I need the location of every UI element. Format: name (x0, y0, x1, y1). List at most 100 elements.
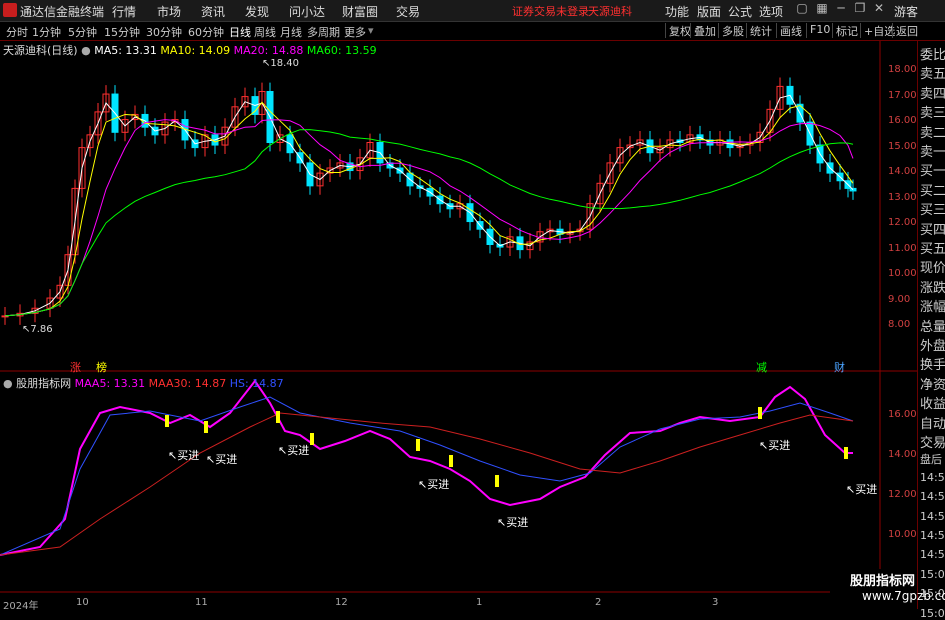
menu-gongneng[interactable]: 功能 (665, 3, 689, 20)
side-item[interactable]: 涨幅 (920, 296, 945, 315)
ma20-name: MA20 (233, 44, 265, 57)
x-label-year: 2024年 (3, 601, 39, 612)
period-30min[interactable]: 30分钟 (146, 24, 182, 40)
side-item[interactable]: 卖二 (920, 122, 945, 141)
menu-banmian[interactable]: 版面 (697, 3, 721, 20)
side-item[interactable]: 换手 (920, 354, 945, 373)
maa5-name: MAA5 (74, 377, 107, 390)
login-status[interactable]: 证券交易未登录 (512, 3, 589, 19)
period-fenshi[interactable]: 分时 (6, 24, 28, 40)
side-item[interactable]: 买二 (920, 180, 945, 199)
side-item[interactable]: 卖四 (920, 83, 945, 102)
side-item[interactable]: 卖三 (920, 102, 945, 121)
side-item[interactable]: 总量 (920, 316, 945, 335)
side-item[interactable]: 收益 (920, 393, 945, 412)
ma5-name: MA5 (94, 44, 119, 57)
side-item[interactable]: 买四 (920, 219, 945, 238)
y-tick-17: 17.00 (888, 90, 917, 101)
side-item[interactable]: 涨跌 (920, 277, 945, 296)
period-daily[interactable]: 日线 (229, 24, 251, 40)
y-tick-14: 14.00 (888, 166, 917, 177)
buy-signal: ↖买进 (278, 444, 310, 457)
period-60min[interactable]: 60分钟 (188, 24, 224, 40)
menu-xuanxiang[interactable]: 选项 (759, 3, 783, 20)
side-item[interactable]: 15:00 (920, 568, 945, 581)
side-item[interactable]: 买一 (920, 160, 945, 179)
side-item[interactable]: 买三 (920, 199, 945, 218)
marker-zhang[interactable]: 涨 (70, 359, 81, 375)
side-item[interactable]: 委比 (920, 44, 945, 63)
side-item[interactable]: 14:56 (920, 490, 945, 503)
btn-duogu[interactable]: 多股 (718, 23, 744, 38)
menu-shichang[interactable]: 市场 (157, 3, 181, 20)
side-item[interactable]: 卖五 (920, 63, 945, 82)
ma5-value: 13.31 (125, 44, 157, 57)
x-label-10: 10 (76, 597, 89, 608)
period-weekly[interactable]: 周线 (254, 24, 276, 40)
signal-bar (276, 411, 280, 423)
menu-gongshi[interactable]: 公式 (728, 3, 752, 20)
y-tick-11: 11.00 (888, 243, 917, 254)
menu-zixun[interactable]: 资讯 (201, 3, 225, 20)
side-item[interactable]: 自动 (920, 413, 945, 432)
indicator-toggle-icon[interactable]: ● (3, 377, 13, 390)
period-5min[interactable]: 5分钟 (68, 24, 97, 40)
period-toolbar: 分时 1分钟 5分钟 15分钟 30分钟 60分钟 日线 周线 月线 多周期 更… (0, 22, 945, 41)
menu-faxian[interactable]: 发现 (245, 3, 269, 20)
menu-caifuquan[interactable]: 财富圈 (342, 3, 378, 20)
period-multi[interactable]: 多周期 (307, 24, 340, 40)
signal-bar (449, 455, 453, 467)
side-item[interactable]: 14:57 (920, 548, 945, 561)
more-chevron-icon[interactable]: ▾ (368, 24, 374, 37)
buy-signal: ↖买进 (497, 516, 529, 529)
menu-hangqing[interactable]: 行情 (112, 3, 136, 20)
app-name: 通达信金融终端 (20, 5, 105, 19)
watermark-url: www.7gpzb.com (862, 589, 945, 603)
menu-wenxiaoda[interactable]: 问小达 (289, 3, 325, 20)
side-item[interactable]: 14:56 (920, 510, 945, 523)
btn-huaxian[interactable]: 画线 (776, 23, 802, 38)
kline-chart[interactable] (0, 41, 917, 609)
minimize-icon[interactable]: ─ (834, 1, 848, 17)
toggle-icon[interactable]: ● (81, 44, 91, 57)
side-item[interactable]: 买五 (920, 238, 945, 257)
skin-icon[interactable]: ▢ (795, 1, 809, 17)
y-tick-16: 16.00 (888, 115, 917, 126)
user-label[interactable]: 游客 (894, 3, 918, 20)
menu-jiaoyi[interactable]: 交易 (396, 3, 420, 20)
maa30-value: 14.87 (194, 377, 227, 390)
side-item[interactable]: 盘后 (920, 451, 945, 467)
side-item[interactable]: 卖一 (920, 141, 945, 160)
side-item[interactable]: 现价 (920, 257, 945, 276)
btn-biaoji[interactable]: 标记 (832, 23, 858, 38)
btn-fuquan[interactable]: 复权 (665, 23, 691, 38)
ma60-value: 13.59 (345, 44, 377, 57)
period-more[interactable]: 更多 (344, 24, 366, 40)
period-monthly[interactable]: 月线 (280, 24, 302, 40)
marker-cai[interactable]: 财 (834, 359, 845, 375)
btn-fanhui[interactable]: 返回 (892, 23, 918, 38)
marker-jian[interactable]: 减 (756, 359, 767, 375)
ma60-name: MA60 (306, 44, 338, 57)
close-icon[interactable]: ✕ (872, 1, 886, 17)
high-annotation: ↖18.40 (262, 58, 300, 69)
main-legend: 天源迪科(日线) ● MA5: 13.31 MA10: 14.09 MA20: … (3, 44, 377, 57)
buy-signal: ↖买进 (418, 478, 450, 491)
low-annotation: ↖7.86 (22, 324, 53, 335)
btn-tongji[interactable]: 统计 (746, 23, 772, 38)
btn-diejia[interactable]: 叠加 (690, 23, 716, 38)
signal-bar (495, 475, 499, 487)
marker-bang[interactable]: 榜 (96, 359, 107, 375)
side-item[interactable]: 14:57 (920, 529, 945, 542)
buy-signal: ↖买进 (846, 483, 878, 496)
grid-icon[interactable]: ▦ (815, 1, 829, 17)
period-1min[interactable]: 1分钟 (32, 24, 61, 40)
side-item[interactable]: 净资 (920, 374, 945, 393)
btn-f10[interactable]: F10 (806, 23, 830, 38)
restore-icon[interactable]: ❐ (853, 1, 867, 17)
period-15min[interactable]: 15分钟 (104, 24, 140, 40)
side-item[interactable]: 交易 (920, 432, 945, 451)
btn-add-watchlist[interactable]: +自选 (860, 23, 895, 38)
side-item[interactable]: 14:56 (920, 471, 945, 484)
side-item[interactable]: 外盘 (920, 335, 945, 354)
